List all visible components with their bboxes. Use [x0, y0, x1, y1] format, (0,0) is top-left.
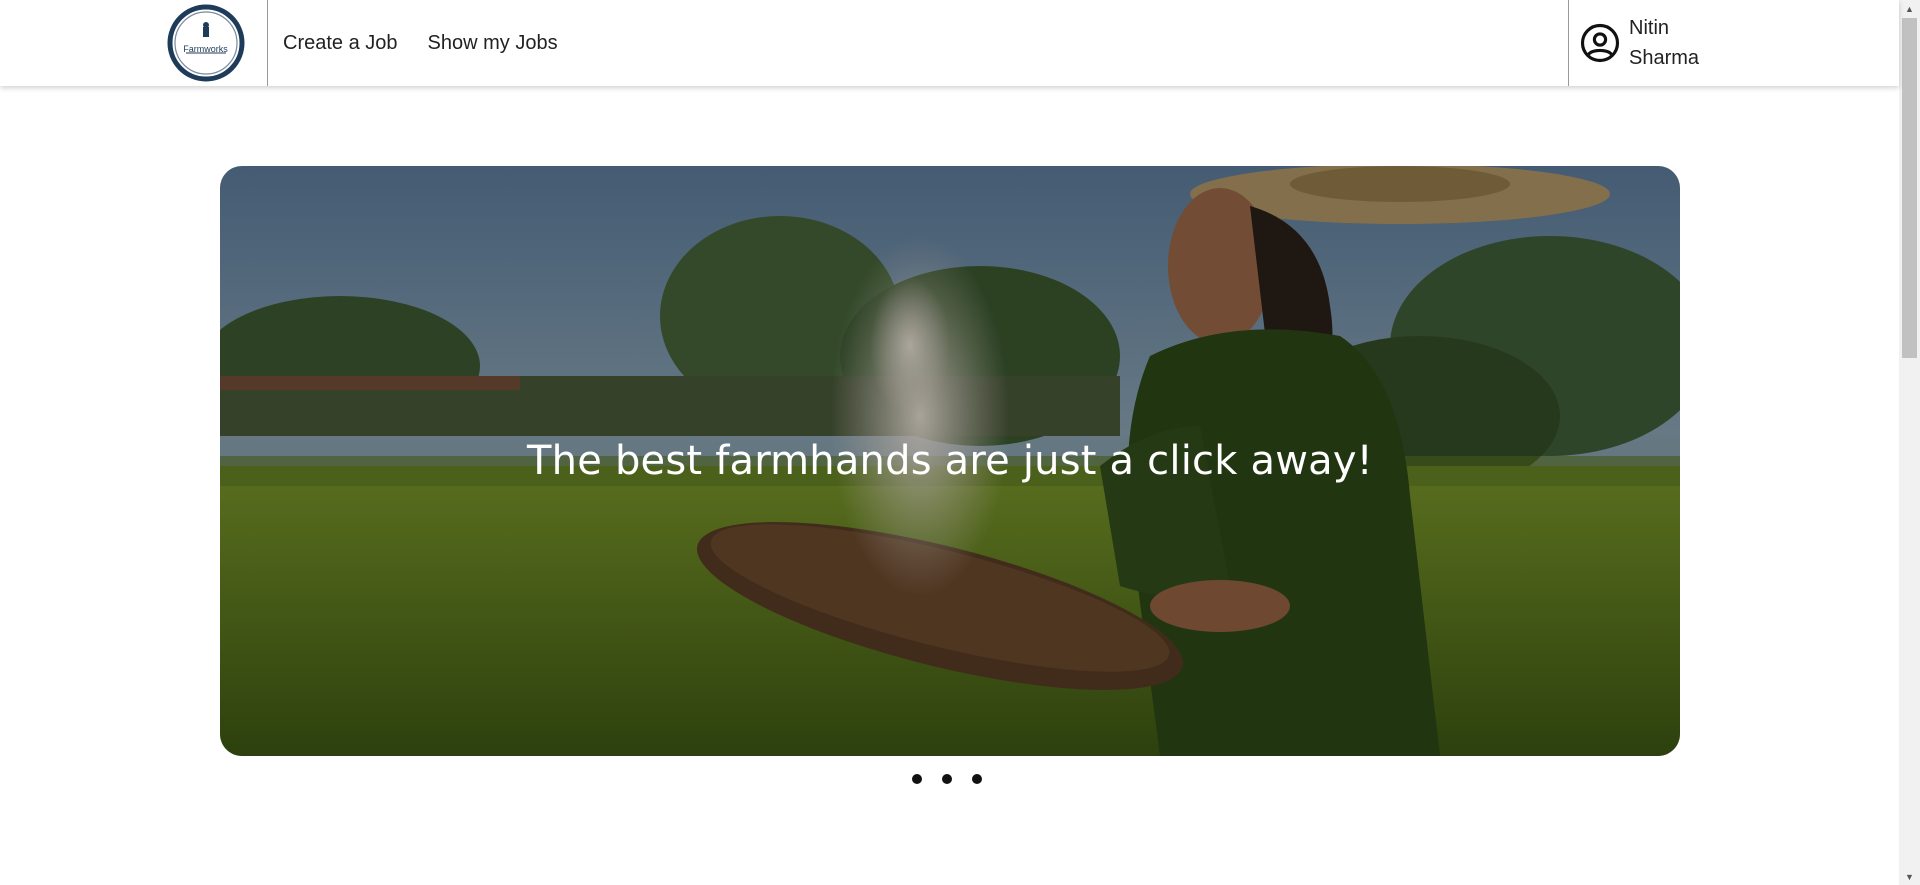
logo-ring-icon [167, 4, 244, 82]
user-first-name: Nitin [1629, 17, 1670, 39]
user-last-name: Sharma [1629, 47, 1700, 69]
logo-text: Farmworks [183, 44, 228, 54]
user-circle-icon [1580, 23, 1620, 63]
show-my-jobs-link[interactable]: Show my Jobs [428, 32, 558, 55]
carousel-dot-2[interactable] [942, 774, 952, 784]
scroll-thumb[interactable] [1902, 18, 1917, 358]
scroll-down-icon[interactable]: ▼ [1899, 868, 1920, 885]
nav-links: Create a Job Show my Jobs [283, 0, 558, 86]
carousel-indicators [912, 774, 982, 784]
hero-caption: The best farmhands are just a click away… [527, 438, 1373, 484]
top-navbar: Farmworks Create a Job Show my Jobs Niti… [0, 0, 1899, 86]
user-menu[interactable]: Nitin Sharma [1568, 0, 1709, 86]
carousel-dot-1[interactable] [912, 774, 922, 784]
farmworks-logo[interactable]: Farmworks [164, 1, 248, 85]
scroll-up-icon[interactable]: ▲ [1899, 0, 1920, 17]
carousel-dot-3[interactable] [972, 774, 982, 784]
user-name: Nitin Sharma [1629, 13, 1709, 73]
vertical-scrollbar[interactable]: ▲ ▼ [1899, 0, 1920, 885]
create-job-link[interactable]: Create a Job [283, 32, 398, 55]
hero-carousel[interactable]: The best farmhands are just a click away… [220, 166, 1680, 756]
logo-container[interactable]: Farmworks [144, 0, 268, 86]
